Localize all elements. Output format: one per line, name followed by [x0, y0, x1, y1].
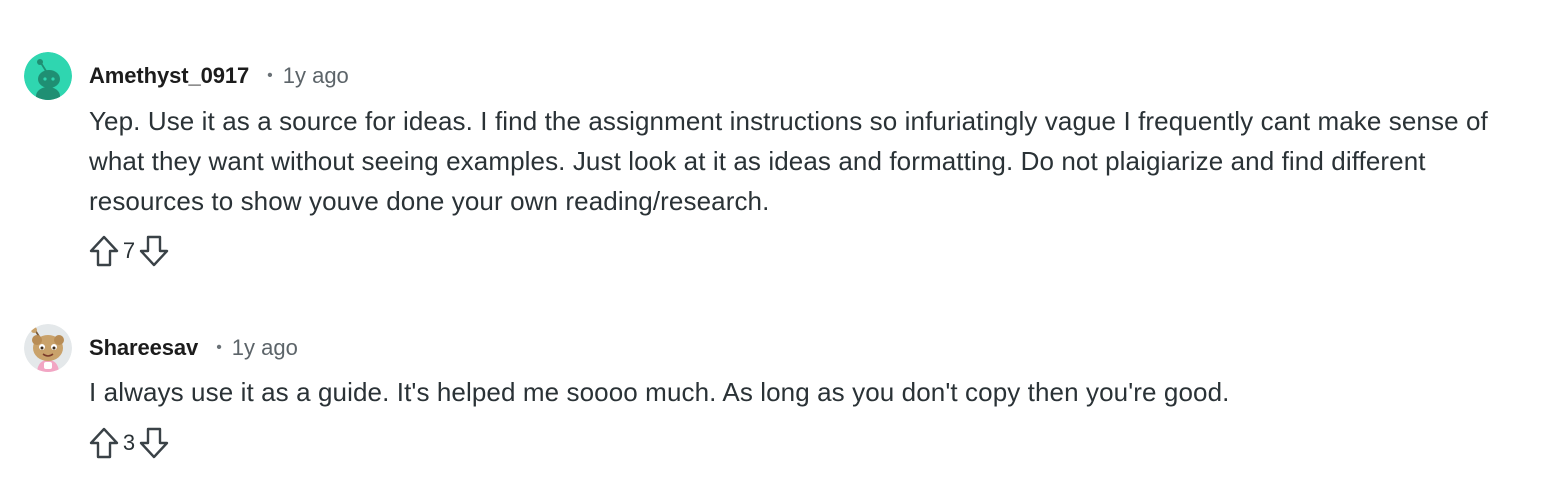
comment-meta: Amethyst_0917 • 1y ago	[89, 60, 349, 92]
upvote-arrow-icon	[89, 427, 119, 459]
downvote-button[interactable]	[138, 426, 170, 460]
user-avatar[interactable]	[24, 52, 72, 100]
upvote-button[interactable]	[88, 234, 120, 268]
downvote-button[interactable]	[138, 234, 170, 268]
comment-text: I always use it as a guide. It's helped …	[89, 377, 1230, 407]
upvote-button[interactable]	[88, 426, 120, 460]
user-avatar[interactable]	[24, 324, 72, 372]
meta-separator: •	[267, 67, 273, 84]
snoo-avatar-icon	[24, 324, 72, 372]
downvote-arrow-icon	[139, 235, 169, 267]
timestamp[interactable]: 1y ago	[232, 335, 298, 361]
username-link[interactable]: Amethyst_0917	[89, 63, 249, 89]
vote-count: 7	[122, 238, 136, 263]
vote-bar: 3	[88, 426, 170, 460]
upvote-arrow-icon	[89, 235, 119, 267]
downvote-arrow-icon	[139, 427, 169, 459]
vote-count: 3	[122, 430, 136, 455]
username-link[interactable]: Shareesav	[89, 335, 198, 361]
vote-bar: 7	[88, 234, 170, 268]
snoo-avatar-icon	[24, 52, 72, 100]
comment-meta: Shareesav • 1y ago	[89, 332, 298, 364]
timestamp[interactable]: 1y ago	[283, 63, 349, 89]
comment-text: Yep. Use it as a source for ideas. I fin…	[89, 106, 1488, 216]
meta-separator: •	[216, 339, 222, 356]
